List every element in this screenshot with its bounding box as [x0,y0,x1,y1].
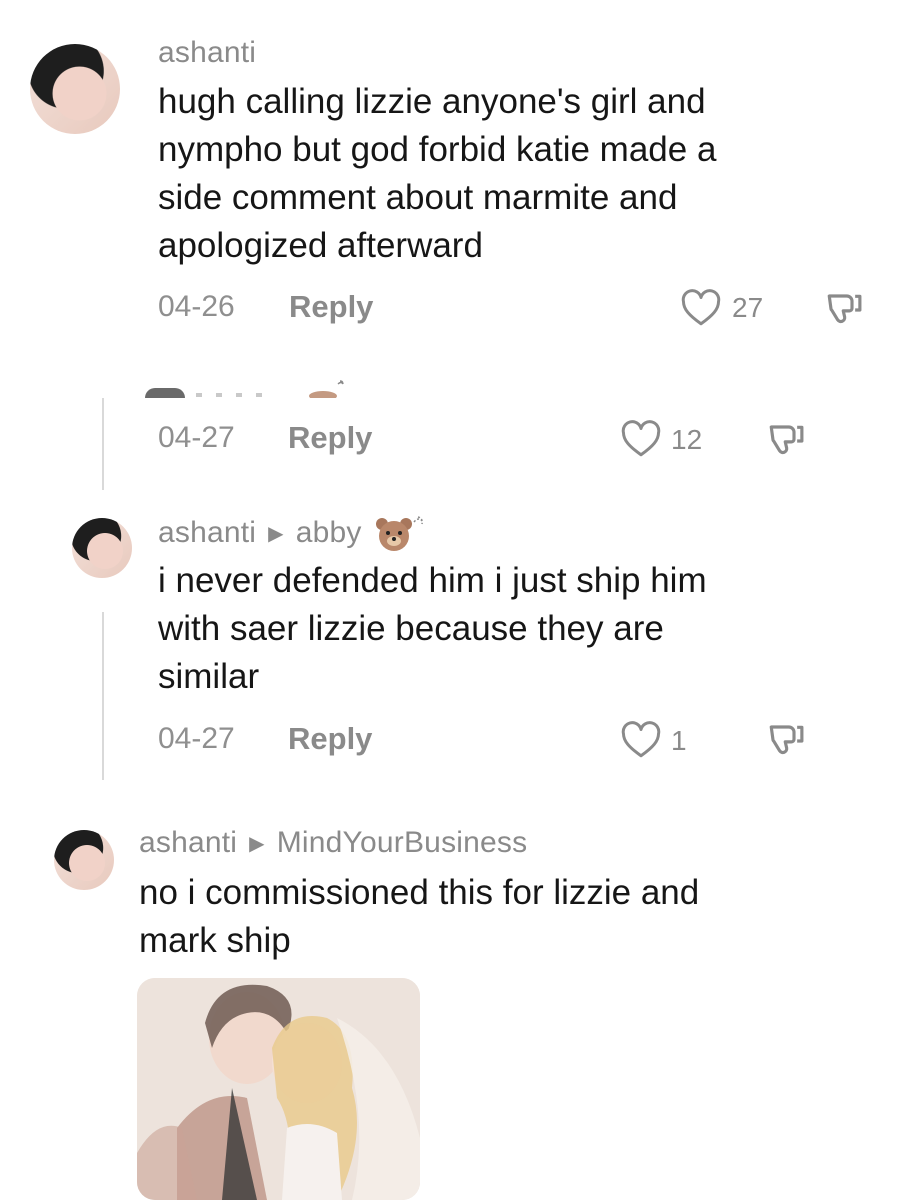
thumbs-down-icon [769,425,804,455]
comment-text: i never defended him i just ship him wit… [158,557,858,701]
like-button[interactable] [620,419,662,459]
reply-button[interactable]: Reply [288,420,372,456]
avatar[interactable] [145,388,185,398]
comment-username[interactable]: ashanti [158,516,256,550]
comment-date: 04-27 [158,421,235,454]
avatar[interactable] [54,830,114,890]
illustration-couple [137,978,420,1200]
comment-text-line: mark ship [139,921,291,960]
comment-text-line: with saer lizzie because they are [158,609,664,648]
like-count: 12 [671,424,703,455]
reply-to-username[interactable]: abby [296,516,362,550]
comment-username[interactable]: ashanti [139,826,237,860]
comment-text-line: i never defended him i just ship him [158,561,707,600]
comment-text-line: side comment about marmite and [158,178,678,217]
comment-header: ashanti ▶ abby [158,514,426,552]
comment-text-line: apologized afterward [158,226,483,265]
comment-header: ashanti ▶ MindYourBusiness [139,826,527,860]
comment-text-line: no i commissioned this for lizzie and [139,873,700,912]
comment-date: 04-26 [158,290,235,323]
bear-emoji-icon [374,514,426,552]
comment-text-line: hugh calling lizzie anyone's girl and [158,82,706,121]
like-count: 27 [732,292,764,323]
bear-emoji-icon [305,380,345,401]
heart-outline-icon [621,420,661,457]
comment-text-line: nympho but god forbid katie made a [158,130,717,169]
heart-outline-icon [621,721,661,758]
avatar[interactable] [30,44,120,134]
dislike-button[interactable] [766,720,808,762]
attached-image[interactable] [137,978,420,1200]
comment-text-line: similar [158,657,260,696]
reply-to-username[interactable]: MindYourBusiness [277,826,528,860]
like-button[interactable] [680,288,722,328]
thread-line [102,612,104,780]
triangle-right-icon: ▶ [268,522,284,545]
reply-button[interactable]: Reply [289,289,373,325]
like-button[interactable] [620,720,662,760]
dislike-button[interactable] [824,289,866,331]
like-count: 1 [671,725,687,756]
dislike-button[interactable] [766,420,808,462]
thumbs-down-icon [769,725,804,755]
comment-username[interactable]: ashanti [158,36,256,70]
comment-text: hugh calling lizzie anyone's girl and ny… [158,78,858,270]
reply-button[interactable]: Reply [288,721,372,757]
comment-text: no i commissioned this for lizzie and ma… [139,869,879,965]
triangle-right-icon: ▶ [249,832,265,855]
avatar[interactable] [72,518,132,578]
thumbs-down-icon [827,294,862,324]
thread-line [102,398,104,490]
username-fragment [196,393,276,397]
heart-outline-icon [681,289,721,326]
comment-date: 04-27 [158,722,235,755]
